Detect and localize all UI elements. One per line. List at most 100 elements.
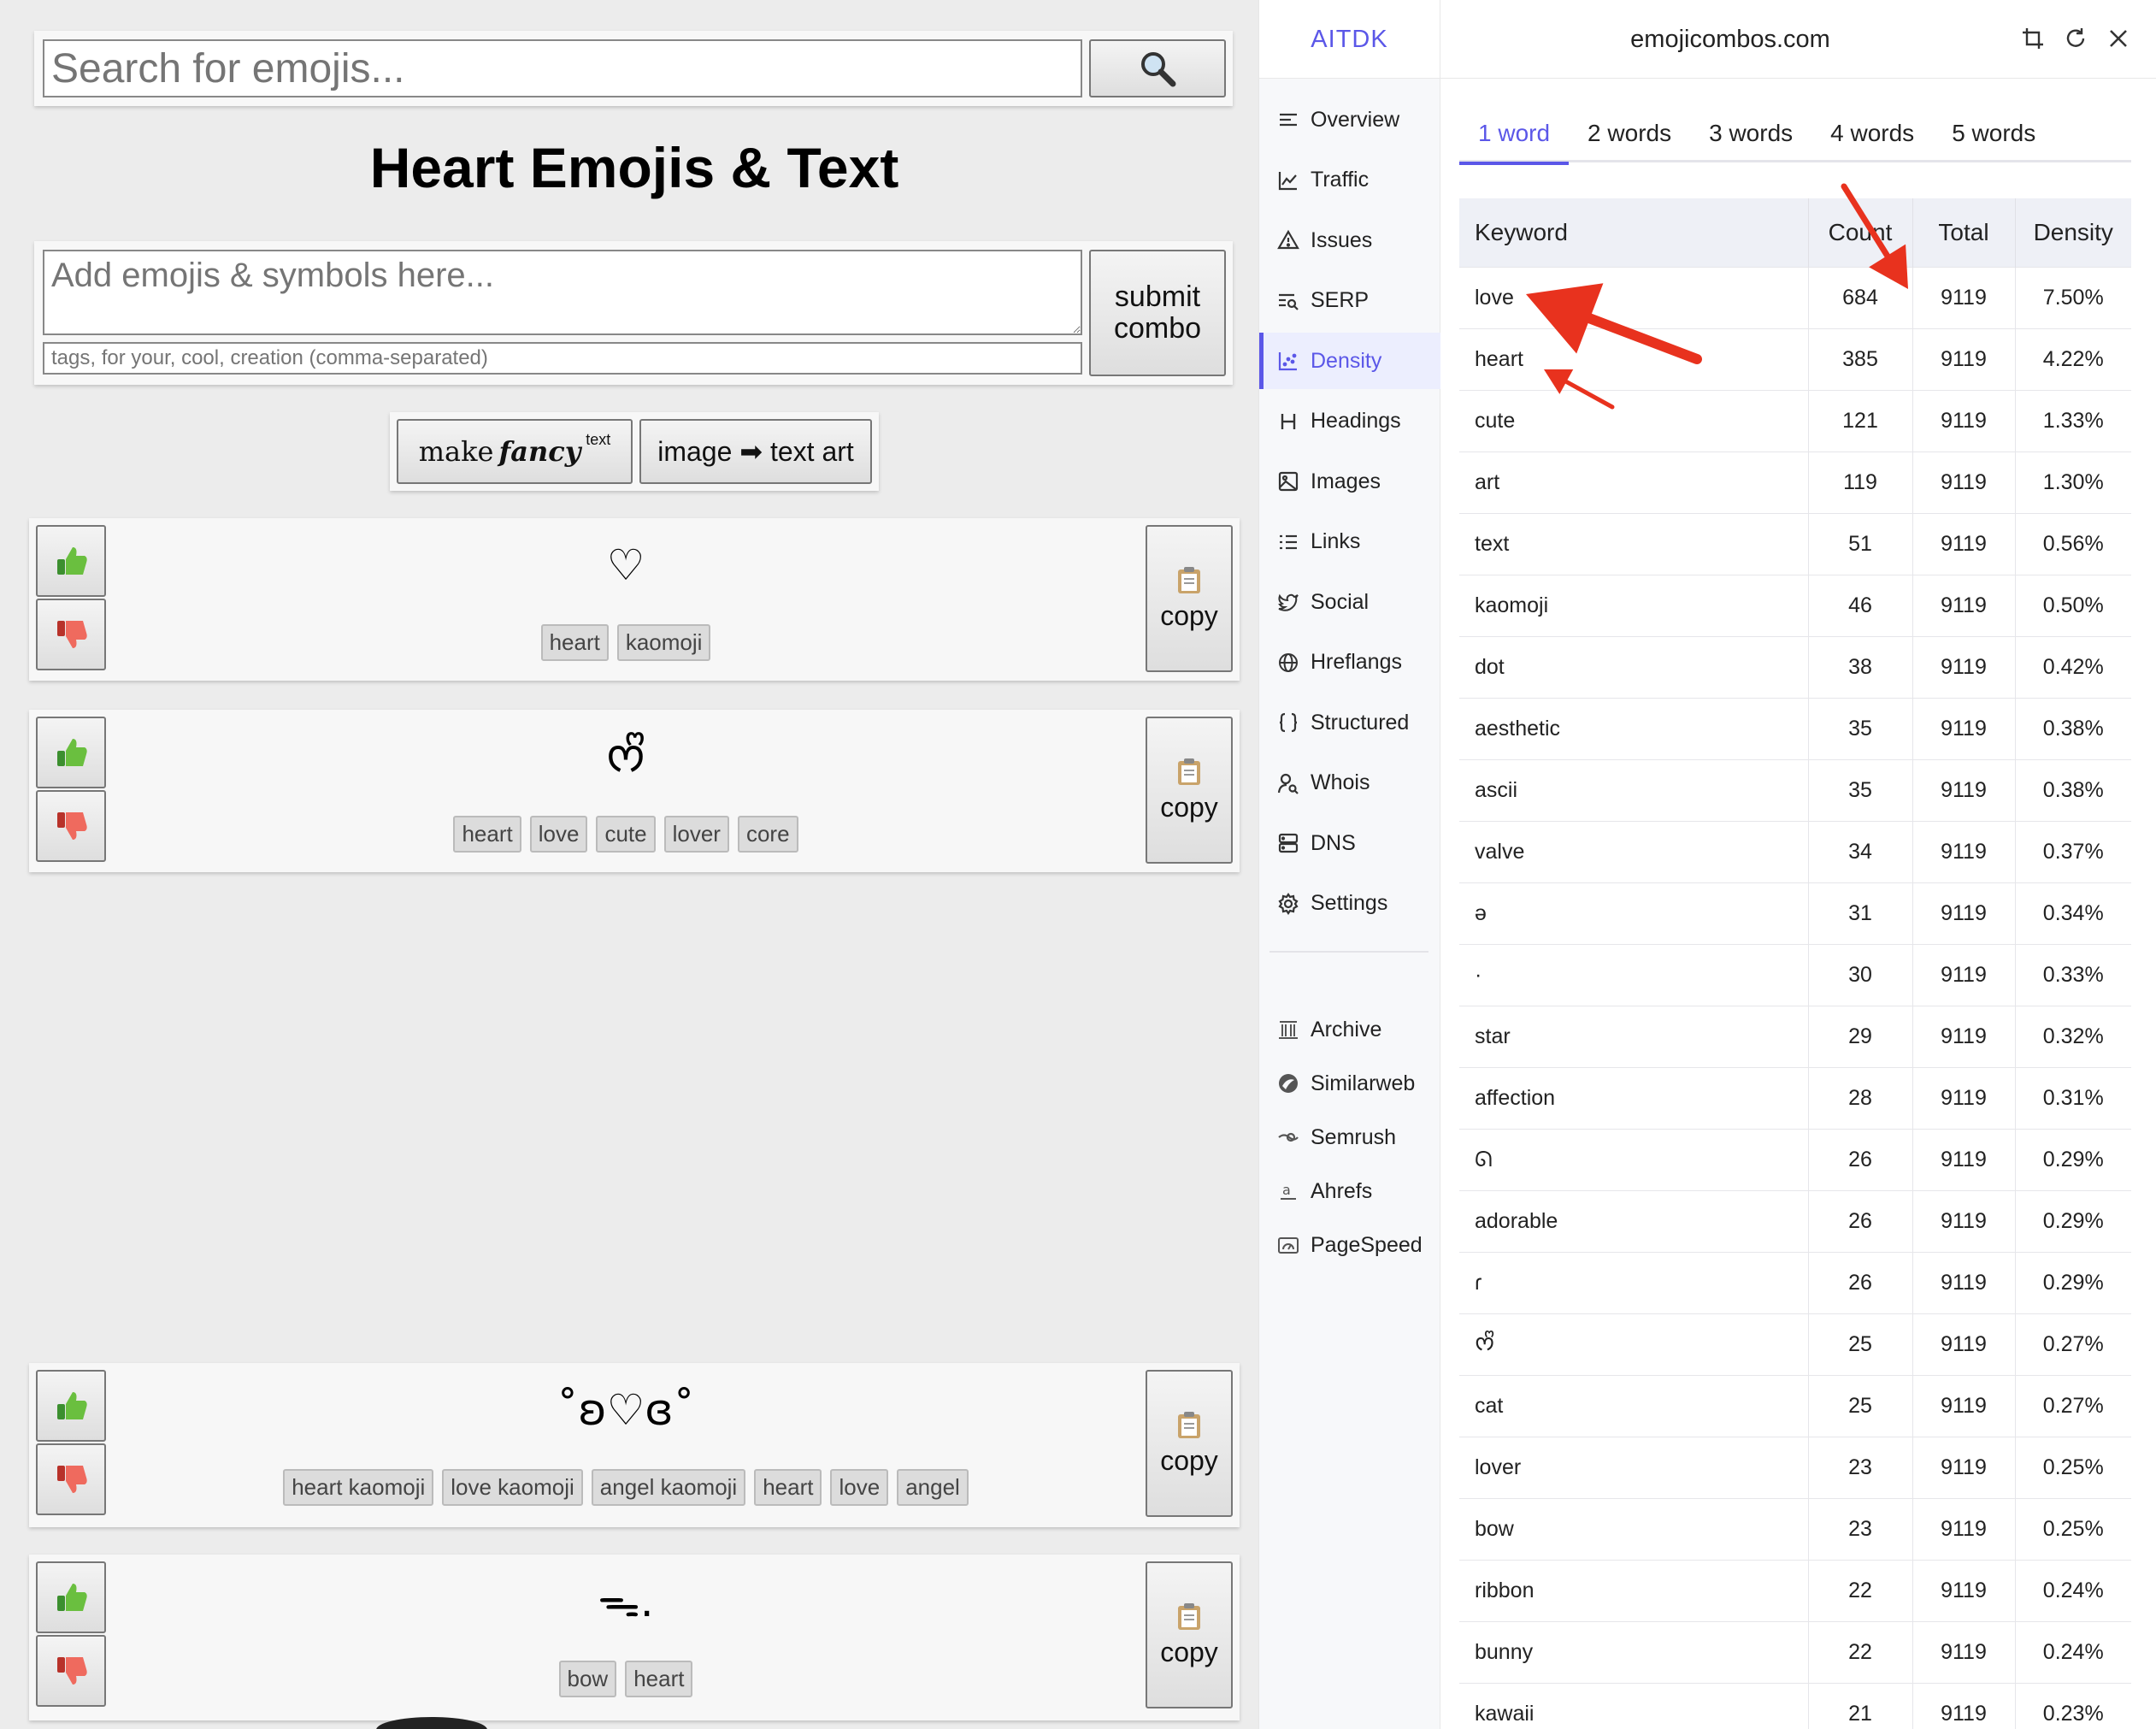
col-total[interactable]: Total: [1912, 198, 2016, 267]
sidebar-item-serp[interactable]: SERP: [1259, 273, 1440, 329]
tag[interactable]: core: [737, 816, 798, 853]
sidebar-item-similarweb[interactable]: Similarweb: [1259, 1055, 1440, 1112]
keyword-cell[interactable]: love: [1459, 266, 1809, 328]
keyword-cell[interactable]: dot: [1459, 635, 1809, 698]
sidebar-item-images[interactable]: Images: [1259, 453, 1440, 510]
downvote-button[interactable]: [36, 1635, 106, 1707]
upvote-button[interactable]: [36, 717, 106, 788]
keyword-cell[interactable]: ᘏ: [1459, 1128, 1809, 1190]
keyword-cell[interactable]: art: [1459, 451, 1809, 513]
tag[interactable]: love: [529, 816, 588, 853]
tag[interactable]: love kaomoji: [442, 1469, 583, 1506]
close-icon[interactable]: [2106, 26, 2131, 51]
keyword-cell[interactable]: valve: [1459, 820, 1809, 882]
image-to-text-art-button[interactable]: image ➡ text art: [639, 419, 872, 484]
col-count[interactable]: Count: [1808, 198, 1913, 267]
combo-card: ˚ʚ♡ɞ˚ heart kaomoji love kaomoji angel k…: [29, 1363, 1240, 1527]
keyword-cell[interactable]: bow: [1459, 1497, 1809, 1560]
combo-text[interactable]: ˚ʚ♡ɞ˚: [115, 1380, 1137, 1440]
sidebar-item-overview[interactable]: Overview: [1259, 91, 1440, 148]
keyword-cell[interactable]: lover: [1459, 1436, 1809, 1498]
sidebar-item-pagespeed[interactable]: PageSpeed: [1259, 1217, 1440, 1273]
keyword-cell[interactable]: text: [1459, 512, 1809, 575]
search-button[interactable]: [1089, 39, 1226, 97]
keyword-cell[interactable]: ·: [1459, 943, 1809, 1006]
submit-combo-button[interactable]: submit combo: [1089, 250, 1226, 376]
keyword-cell[interactable]: kawaii: [1459, 1682, 1809, 1729]
keyword-cell[interactable]: ɾ: [1459, 1251, 1809, 1313]
tag[interactable]: love: [830, 1469, 889, 1506]
count-cell: 25: [1808, 1374, 1913, 1437]
sidebar-item-ahrefs[interactable]: a Ahrefs: [1259, 1163, 1440, 1219]
table-row: ascii 35 9119 0.38%: [1459, 758, 2131, 821]
tag[interactable]: heart: [754, 1469, 822, 1506]
tab-1-word[interactable]: 1 word: [1459, 104, 1570, 165]
combo-input[interactable]: [43, 250, 1082, 335]
tag[interactable]: bow: [558, 1661, 617, 1697]
sidebar-item-structured[interactable]: Structured: [1259, 694, 1440, 751]
keyword-cell[interactable]: star: [1459, 1005, 1809, 1067]
tab-3-word[interactable]: 3 words: [1690, 104, 1811, 162]
sidebar-item-links[interactable]: Links: [1259, 514, 1440, 570]
keyword-cell[interactable]: aesthetic: [1459, 697, 1809, 759]
keyword-cell[interactable]: ᰔᩚ: [1459, 1313, 1809, 1375]
tag[interactable]: lover: [663, 816, 729, 853]
refresh-icon[interactable]: [2063, 26, 2088, 51]
upvote-button[interactable]: [36, 525, 106, 597]
total-cell: 9119: [1912, 389, 2016, 451]
copy-button[interactable]: copy: [1146, 525, 1233, 672]
keyword-cell[interactable]: ascii: [1459, 758, 1809, 821]
downvote-button[interactable]: [36, 599, 106, 670]
keyword-cell[interactable]: cute: [1459, 389, 1809, 451]
keyword-cell[interactable]: adorable: [1459, 1189, 1809, 1252]
tag[interactable]: heart: [625, 1661, 693, 1697]
sidebar-item-whois[interactable]: Whois: [1259, 755, 1440, 811]
crop-icon[interactable]: [2020, 26, 2046, 51]
sidebar-item-settings[interactable]: Settings: [1259, 876, 1440, 932]
tag[interactable]: kaomoji: [616, 624, 711, 661]
search-input[interactable]: [43, 39, 1082, 97]
make-fancy-text-button[interactable]: make fancy text: [397, 419, 633, 484]
tag[interactable]: angel: [897, 1469, 969, 1506]
sidebar-item-semrush[interactable]: Semrush: [1259, 1109, 1440, 1165]
downvote-button[interactable]: [36, 790, 106, 862]
upvote-button[interactable]: [36, 1370, 106, 1442]
keyword-cell[interactable]: affection: [1459, 1066, 1809, 1129]
downvote-button[interactable]: [36, 1443, 106, 1515]
copy-button[interactable]: copy: [1146, 717, 1233, 864]
tag[interactable]: heart: [540, 624, 609, 661]
sidebar-item-traffic[interactable]: Traffic: [1259, 152, 1440, 209]
clipboard-icon: [1178, 1411, 1200, 1438]
header-tools: [2020, 26, 2131, 51]
tag[interactable]: cute: [596, 816, 656, 853]
tab-5-word[interactable]: 5 words: [1933, 104, 2054, 162]
keyword-cell[interactable]: heart: [1459, 328, 1809, 390]
tag[interactable]: heart kaomoji: [283, 1469, 434, 1506]
combo-text[interactable]: ᯓ.: [115, 1572, 1137, 1632]
col-keyword[interactable]: Keyword: [1459, 198, 1809, 267]
sidebar-item-dns[interactable]: DNS: [1259, 815, 1440, 871]
tab-2-word[interactable]: 2 words: [1569, 104, 1690, 162]
sidebar-item-issues[interactable]: Issues: [1259, 212, 1440, 268]
tab-4-word[interactable]: 4 words: [1811, 104, 1933, 162]
col-density[interactable]: Density: [2015, 198, 2131, 267]
tag[interactable]: angel kaomoji: [591, 1469, 746, 1506]
sidebar-item-density[interactable]: Density: [1259, 333, 1440, 389]
combo-text[interactable]: ᰔᩚ: [115, 727, 1137, 787]
sidebar-item-archive[interactable]: Archive: [1259, 1001, 1440, 1058]
copy-button[interactable]: copy: [1146, 1370, 1233, 1517]
sidebar-item-headings[interactable]: Headings: [1259, 393, 1440, 450]
tags-input[interactable]: [43, 342, 1082, 375]
keyword-cell[interactable]: ə: [1459, 882, 1809, 944]
copy-button[interactable]: copy: [1146, 1561, 1233, 1708]
keyword-cell[interactable]: kaomoji: [1459, 574, 1809, 636]
keyword-cell[interactable]: bunny: [1459, 1620, 1809, 1683]
keyword-cell[interactable]: ribbon: [1459, 1559, 1809, 1621]
sidebar-item-social[interactable]: Social: [1259, 574, 1440, 630]
tag[interactable]: heart: [453, 816, 521, 853]
sidebar-item-hreflangs[interactable]: Hreflangs: [1259, 634, 1440, 691]
sidebar-item-label: Overview: [1311, 107, 1400, 132]
keyword-cell[interactable]: cat: [1459, 1374, 1809, 1437]
combo-text[interactable]: ♡: [115, 535, 1137, 595]
upvote-button[interactable]: [36, 1561, 106, 1633]
